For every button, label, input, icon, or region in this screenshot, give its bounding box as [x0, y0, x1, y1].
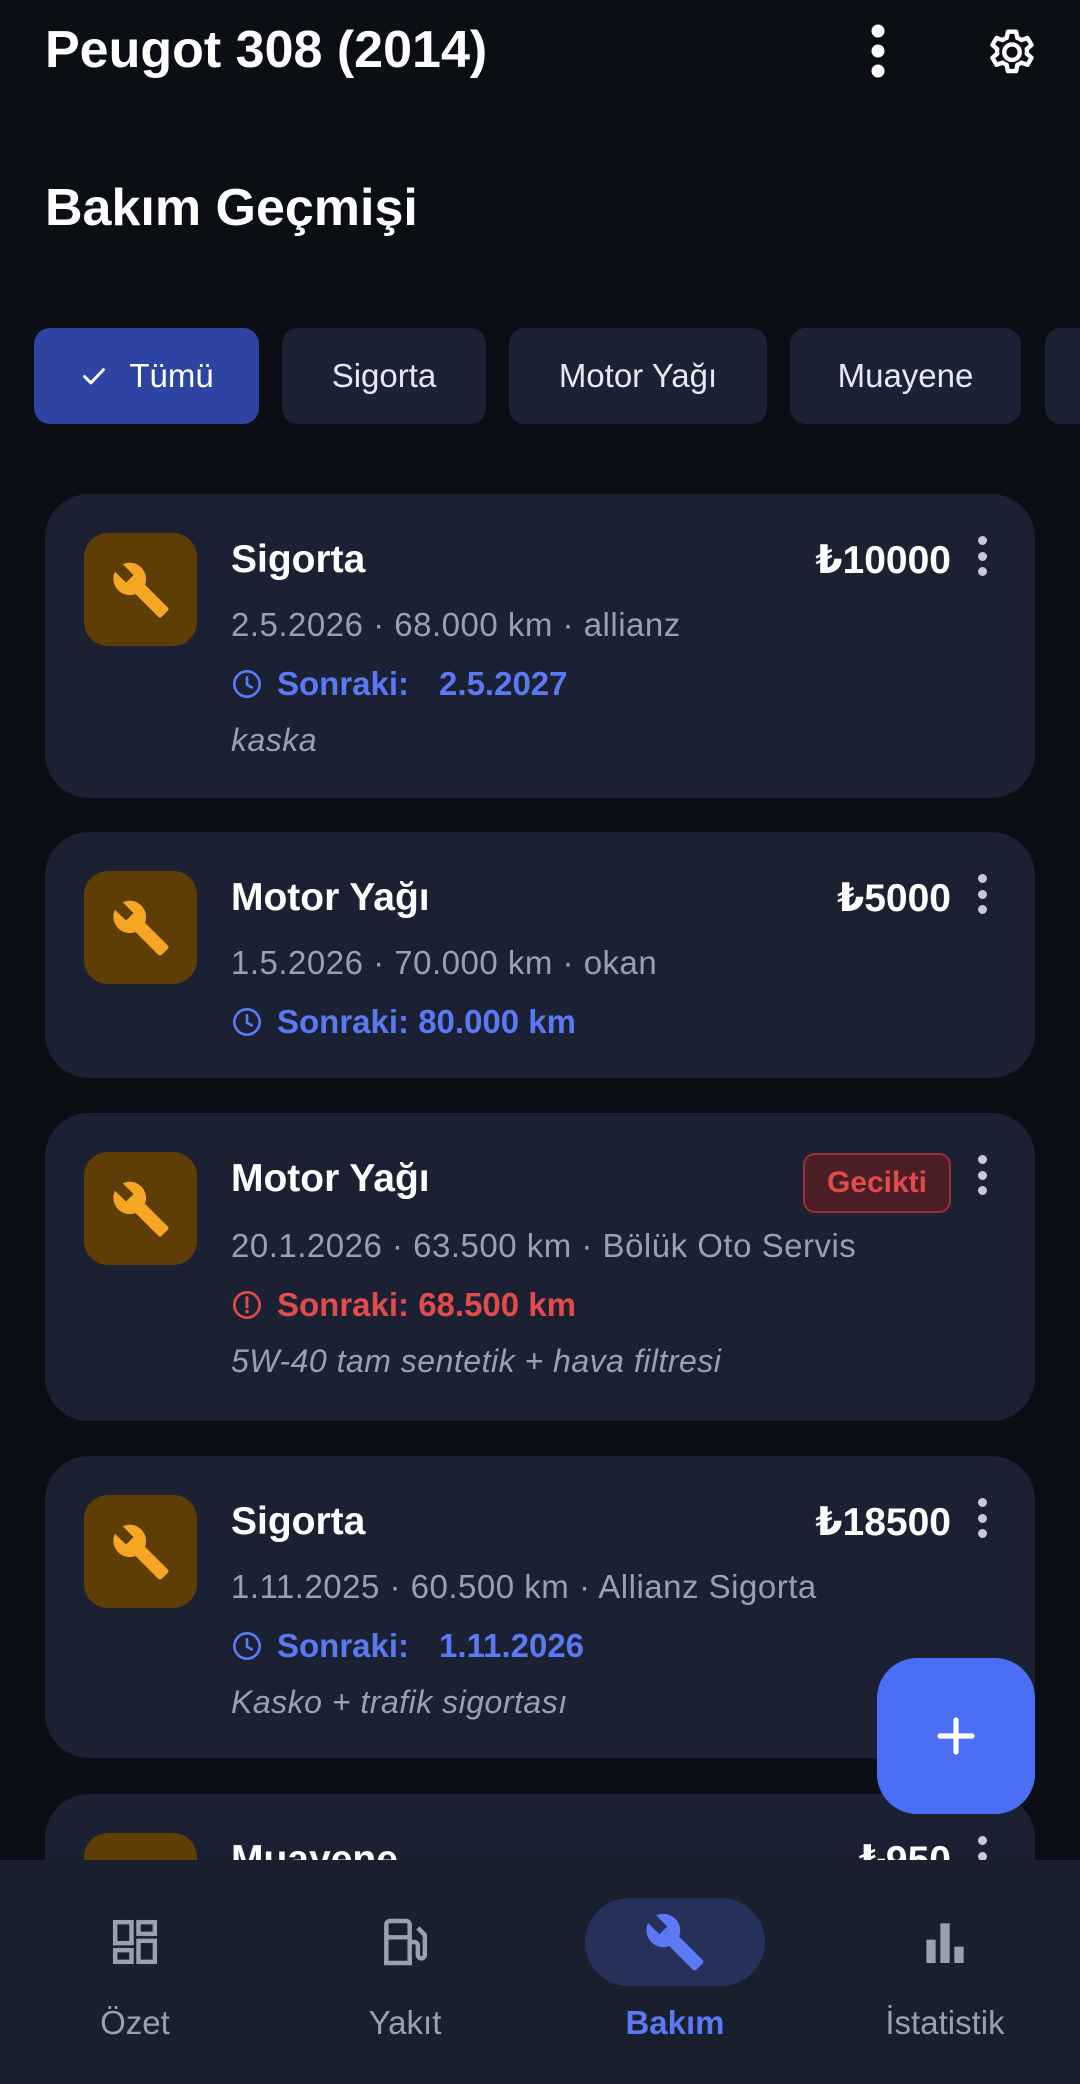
record-title: Motor Yağı: [231, 876, 430, 919]
nav-item-maintenance[interactable]: Bakım: [540, 1860, 810, 2084]
alert-icon: [231, 1289, 263, 1321]
filter-chip-label: Muayene: [837, 357, 974, 394]
plus-icon: [937, 1717, 975, 1755]
next-service-label: Sonraki:: [277, 665, 410, 702]
record-meta: 20.1.2026 · 63.500 km · Bölük Oto Servis: [231, 1227, 857, 1264]
record-title: Sigorta: [231, 538, 366, 581]
clock-icon: [231, 1006, 263, 1038]
filter-chip-insurance[interactable]: Sigorta: [282, 328, 486, 424]
next-service: Sonraki: 2.5.2027: [231, 662, 568, 706]
card-more-icon[interactable]: [975, 536, 989, 576]
nav-item-statistics[interactable]: İstatistik: [810, 1860, 1080, 2084]
record-title: Sigorta: [231, 1500, 366, 1543]
filter-chip-more[interactable]: [1045, 328, 1080, 424]
overdue-badge: Gecikti: [802, 1153, 951, 1213]
fuel-icon: [315, 1898, 495, 1986]
next-service-date: 1.11.2026: [439, 1627, 585, 1664]
next-service: Sonraki: 68.500 km: [231, 1283, 576, 1327]
wrench-icon: [84, 1152, 197, 1265]
filter-chips: Tümü Sigorta Motor Yağı Muayene: [0, 328, 1080, 424]
nav-label: Bakım: [625, 2004, 725, 2041]
dashboard-icon: [45, 1898, 225, 1986]
nav-label: İstatistik: [885, 2004, 1005, 2041]
wrench-icon: [84, 1495, 197, 1608]
wrench-icon: [84, 533, 197, 646]
record-meta: 1.11.2025 · 60.500 km · Allianz Sigorta: [231, 1568, 817, 1605]
filter-chip-engine-oil[interactable]: Motor Yağı: [509, 328, 767, 424]
maintenance-card[interactable]: Muayene ₺950: [45, 1794, 1035, 1860]
record-price: ₺18500: [815, 1501, 951, 1544]
next-service-date: 2.5.2027: [439, 665, 568, 702]
next-service: Sonraki: 1.11.2026: [231, 1624, 584, 1668]
check-icon: [79, 361, 109, 391]
maintenance-list[interactable]: Sigorta ₺10000 2.5.2026 · 68.000 km · al…: [0, 0, 1080, 1860]
record-meta: 2.5.2026 · 68.000 km · allianz: [231, 606, 681, 643]
page-title: Bakım Geçmişi: [45, 179, 418, 237]
app-bar: Peugot 308 (2014): [0, 0, 1080, 110]
wrench-icon: [84, 1833, 197, 1860]
record-price: ₺950: [859, 1838, 951, 1860]
wrench-icon: [585, 1898, 765, 1986]
card-more-icon[interactable]: [975, 1836, 989, 1860]
record-note: 5W-40 tam sentetik + hava filtresi: [231, 1343, 722, 1379]
add-record-button[interactable]: [877, 1658, 1035, 1814]
filter-chip-label: Sigorta: [331, 357, 437, 394]
filter-chip-label: Tümü: [129, 357, 214, 394]
bar-chart-icon: [855, 1898, 1035, 1986]
maintenance-card[interactable]: Sigorta ₺10000 2.5.2026 · 68.000 km · al…: [45, 494, 1035, 798]
card-more-icon[interactable]: [975, 874, 989, 914]
record-price: ₺10000: [815, 539, 951, 582]
next-service-text: Sonraki: 68.500 km: [277, 1286, 576, 1323]
gear-icon[interactable]: [975, 16, 1049, 86]
nav-item-fuel[interactable]: Yakıt: [270, 1860, 540, 2084]
more-vert-icon[interactable]: [850, 18, 906, 84]
nav-label: Yakıt: [368, 2004, 442, 2041]
bottom-navigation: Özet Yakıt Bakım İstatistik: [0, 1860, 1080, 2084]
vehicle-title: Peugot 308 (2014): [45, 21, 488, 79]
card-more-icon[interactable]: [975, 1498, 989, 1538]
maintenance-card[interactable]: Motor Yağı ₺5000 1.5.2026 · 70.000 km · …: [45, 832, 1035, 1078]
nav-label: Özet: [100, 2004, 170, 2041]
record-meta: 1.5.2026 · 70.000 km · okan: [231, 944, 658, 981]
card-more-icon[interactable]: [975, 1155, 989, 1195]
clock-icon: [231, 668, 263, 700]
filter-chip-label: Motor Yağı: [558, 357, 718, 394]
next-service-label: Sonraki:: [277, 1627, 410, 1664]
record-price: ₺5000: [837, 877, 951, 920]
nav-item-summary[interactable]: Özet: [0, 1860, 270, 2084]
record-title: Motor Yağı: [231, 1157, 430, 1200]
filter-chip-inspection[interactable]: Muayene: [790, 328, 1021, 424]
maintenance-card[interactable]: Motor Yağı Gecikti 20.1.2026 · 63.500 km…: [45, 1113, 1035, 1421]
next-service: Sonraki: 80.000 km: [231, 1000, 576, 1044]
record-note: Kasko + trafik sigortası: [231, 1684, 568, 1720]
record-note: kaska: [231, 722, 318, 758]
record-title: Muayene: [231, 1838, 398, 1860]
next-service-text: Sonraki: 80.000 km: [277, 1003, 576, 1040]
wrench-icon: [84, 871, 197, 984]
clock-icon: [231, 1630, 263, 1662]
filter-chip-all[interactable]: Tümü: [34, 328, 259, 424]
